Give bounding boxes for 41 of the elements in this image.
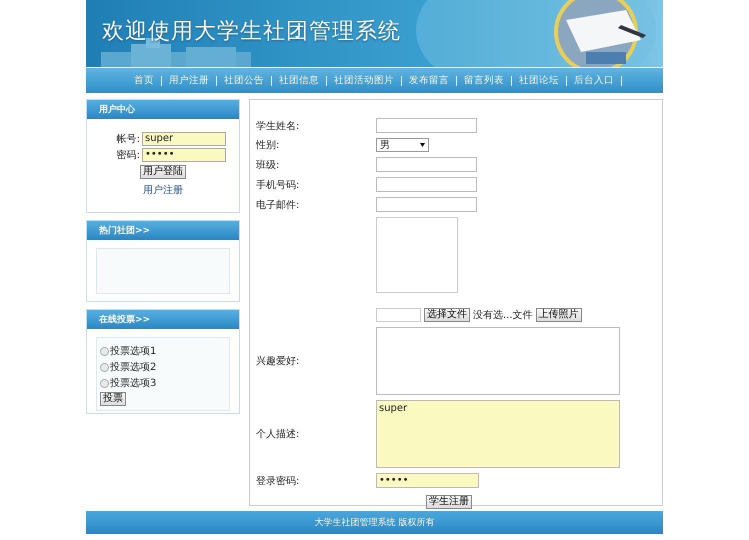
site-title: 欢迎使用大学生社团管理系统 — [102, 18, 401, 46]
radio-button[interactable] — [100, 346, 109, 356]
field-label: 学生姓名: — [256, 120, 300, 132]
panel-header: 在线投票>> — [87, 310, 239, 329]
select-value: 男 — [380, 139, 390, 152]
field-label: 个人描述: — [256, 428, 300, 441]
radio-button[interactable] — [100, 362, 109, 372]
vote-option-label: 投票选项1 — [110, 344, 156, 358]
upload-photo-button[interactable]: 上传照片 — [536, 308, 582, 322]
field-label: 兴趣爱好: — [256, 354, 300, 368]
field-label: 性别: — [256, 138, 280, 152]
choose-file-button[interactable]: 选择文件 — [424, 308, 470, 322]
text-area[interactable]: super — [376, 400, 620, 468]
field-label: 手机号码: — [256, 178, 300, 192]
field-label: 电子邮件: — [256, 198, 300, 212]
account-field[interactable]: super — [142, 132, 226, 146]
field-label: 班级: — [256, 158, 280, 172]
radio-button[interactable] — [100, 378, 109, 388]
panel-header: 热门社团>> — [87, 221, 239, 240]
copyright-text: 大学生社团管理系统 版权所有 — [314, 516, 434, 529]
file-status: 没有选...文件 — [473, 308, 533, 322]
vote-option-label: 投票选项3 — [110, 376, 156, 390]
register-button[interactable]: 学生注册 — [426, 495, 472, 509]
text-input[interactable] — [376, 197, 477, 212]
login-button[interactable]: 用户登陆 — [140, 165, 186, 179]
password-field[interactable]: ••••• — [142, 148, 226, 162]
register-link[interactable]: 用户注册 — [143, 183, 183, 197]
field-label: 登录密码: — [256, 474, 300, 488]
text-area[interactable] — [376, 327, 620, 395]
vote-option-label: 投票选项2 — [110, 360, 156, 374]
file-path-field[interactable] — [376, 308, 421, 322]
text-input[interactable] — [376, 118, 477, 133]
text-input[interactable] — [376, 157, 477, 172]
password-field[interactable]: ••••• — [376, 473, 479, 488]
dropdown-arrow-icon — [420, 143, 425, 147]
text-input[interactable] — [376, 177, 477, 192]
panel-header: 用户中心 — [87, 100, 239, 119]
vote-button[interactable]: 投票 — [100, 392, 126, 406]
password-label: 密码: — [116, 148, 140, 162]
gender-select[interactable]: 男 — [376, 138, 429, 152]
account-label: 帐号: — [116, 132, 140, 146]
